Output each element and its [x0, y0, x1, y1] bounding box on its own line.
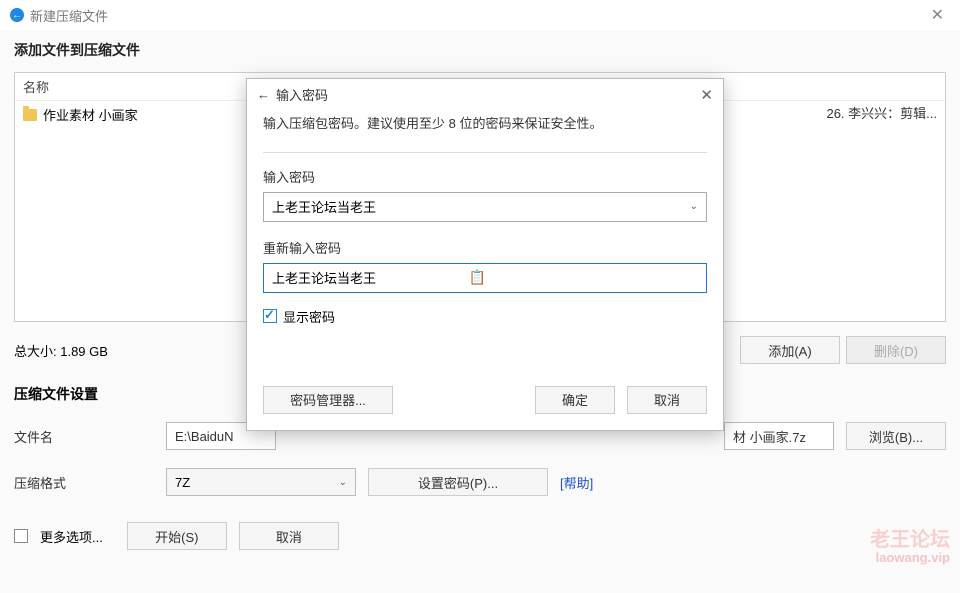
file-path-truncated: 26. 李兴兴：剪辑...: [826, 103, 937, 122]
cancel-button[interactable]: 取消: [239, 522, 339, 550]
more-options-label[interactable]: 更多选项...: [40, 527, 103, 546]
add-button[interactable]: 添加(A): [740, 336, 840, 364]
folder-icon: [23, 109, 37, 121]
close-icon[interactable]: ✕: [925, 5, 950, 25]
password-combo[interactable]: 上老王论坛当老王 ⌄: [263, 192, 707, 222]
paste-cursor-icon: 📋: [469, 269, 486, 286]
show-password-checkbox[interactable]: [263, 309, 277, 323]
bottom-row: 更多选项... 开始(S) 取消: [14, 522, 946, 550]
format-row: 压缩格式 7Z ⌄ 设置密码(P)... [帮助]: [14, 468, 946, 496]
set-password-button[interactable]: 设置密码(P)...: [368, 468, 548, 496]
format-label: 压缩格式: [14, 473, 154, 492]
dialog-title: 输入密码: [276, 85, 328, 104]
filename-label: 文件名: [14, 427, 154, 446]
file-name: 作业素材 小画家: [43, 105, 138, 124]
repassword-input[interactable]: 上老王论坛当老王 📋: [263, 263, 707, 293]
repassword-value: 上老王论坛当老王: [272, 268, 376, 287]
help-link[interactable]: [帮助]: [560, 473, 593, 492]
start-button[interactable]: 开始(S): [127, 522, 227, 550]
password-value: 上老王论坛当老王: [272, 197, 376, 216]
dialog-cancel-button[interactable]: 取消: [627, 386, 707, 414]
password-manager-button[interactable]: 密码管理器...: [263, 386, 393, 414]
titlebar: ← 新建压缩文件 ✕: [0, 0, 960, 30]
chevron-down-icon: ⌄: [339, 477, 347, 488]
password-dialog: ← 输入密码 ✕ 输入压缩包密码。建议使用至少 8 位的密码来保证安全性。 输入…: [246, 78, 724, 431]
app-icon: ←: [10, 8, 24, 22]
repassword-label: 重新输入密码: [263, 238, 707, 257]
show-password-label: 显示密码: [283, 307, 335, 326]
password-label: 输入密码: [263, 167, 707, 186]
dialog-close-icon[interactable]: ✕: [700, 86, 713, 104]
dialog-button-row: 密码管理器... 确定 取消: [263, 386, 707, 414]
format-value: 7Z: [175, 475, 190, 490]
chevron-down-icon: ⌄: [690, 201, 698, 212]
dialog-icon: ←: [257, 87, 270, 102]
ok-button[interactable]: 确定: [535, 386, 615, 414]
format-select[interactable]: 7Z ⌄: [166, 468, 356, 496]
more-options-checkbox[interactable]: [14, 529, 28, 543]
window-title: 新建压缩文件: [30, 6, 108, 25]
total-size-label: 总大小: 1.89 GB: [14, 341, 108, 360]
delete-button[interactable]: 删除(D): [846, 336, 946, 364]
show-password-row[interactable]: 显示密码: [263, 307, 707, 326]
dialog-hint: 输入压缩包密码。建议使用至少 8 位的密码来保证安全性。: [263, 114, 707, 134]
dialog-titlebar: ← 输入密码 ✕: [247, 79, 723, 110]
filename-input-right[interactable]: [724, 422, 834, 450]
browse-button[interactable]: 浏览(B)...: [846, 422, 946, 450]
add-section-title: 添加文件到压缩文件: [14, 40, 946, 60]
dialog-body: 输入压缩包密码。建议使用至少 8 位的密码来保证安全性。 输入密码 上老王论坛当…: [247, 110, 723, 430]
divider: [263, 152, 707, 153]
